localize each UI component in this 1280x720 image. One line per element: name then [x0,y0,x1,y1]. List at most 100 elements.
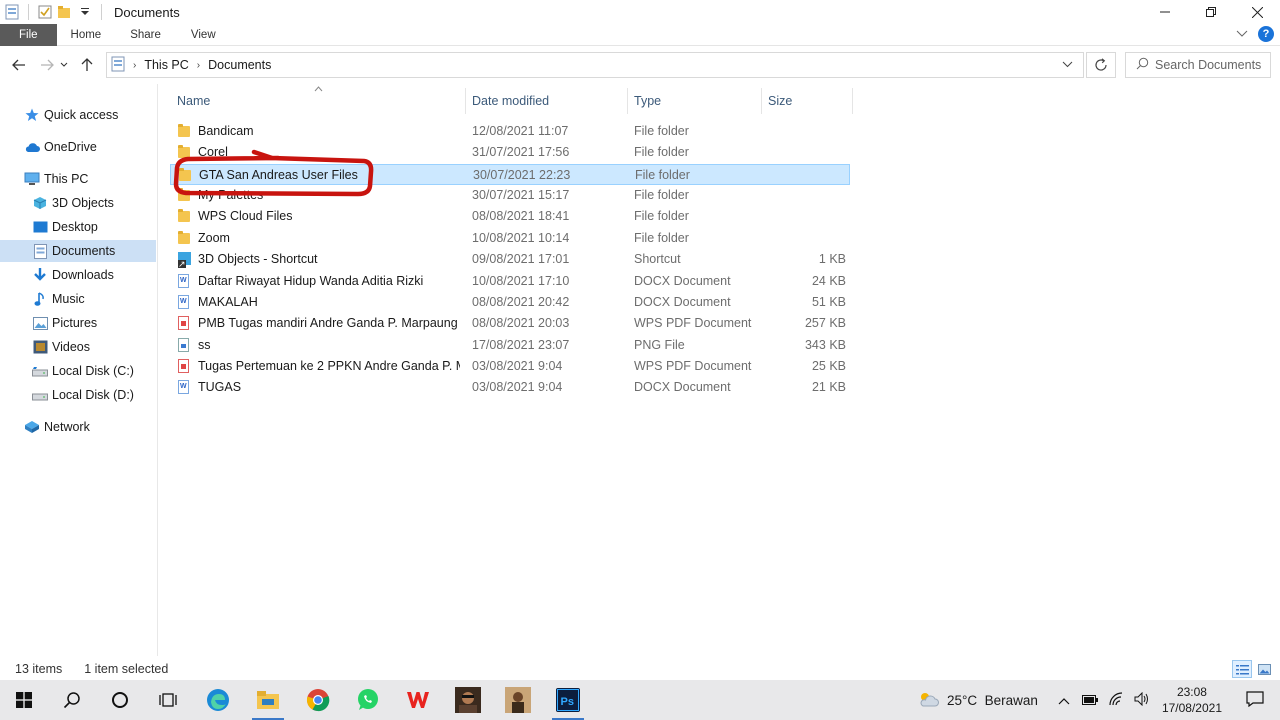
help-icon[interactable]: ? [1258,26,1274,42]
tab-home[interactable]: Home [57,24,116,46]
file-size: 257 KB [804,316,846,330]
game-icon-2[interactable] [494,680,542,720]
new-folder-icon[interactable] [55,2,75,22]
nav-item-documents[interactable]: Documents [0,240,156,262]
customize-toolbar-icon[interactable] [75,2,95,22]
notifications-icon[interactable] [1246,690,1264,710]
forward-arrow-icon[interactable] [36,53,58,77]
column-date-modified[interactable]: Date modified [466,88,628,114]
clock[interactable]: 23:08 17/08/2021 [1162,684,1222,716]
breadcrumb-documents[interactable]: Documents [208,58,271,72]
column-name[interactable]: Name [171,88,466,114]
wps-icon[interactable] [394,680,442,720]
file-date: 10/08/2021 17:10 [472,274,570,288]
file-type: File folder [634,124,689,138]
folder-icon [178,231,192,245]
tab-file[interactable]: File [0,23,57,46]
task-view-icon[interactable] [144,680,192,720]
file-row-tugas-pertemuan[interactable]: Tugas Pertemuan ke 2 PPKN Andre Ganda P.… [170,356,850,377]
minimize-button[interactable] [1142,0,1188,24]
file-type: PNG File [634,338,685,352]
close-button[interactable] [1234,0,1280,24]
file-row-pmb-tugas-mandiri[interactable]: PMB Tugas mandiri Andre Ganda P. Marpaun… [170,313,850,334]
file-type: DOCX Document [634,274,731,288]
window-title: Documents [114,4,180,20]
file-row-makalah[interactable]: MAKALAH 08/08/2021 20:42 DOCX Document 5… [170,292,850,313]
folder-icon [178,124,192,138]
breadcrumb-this-pc[interactable]: This PC [144,58,188,72]
refresh-button[interactable] [1086,52,1116,78]
star-icon [24,107,40,123]
search-box[interactable] [1125,52,1271,78]
file-row-ss[interactable]: ss 17/08/2021 23:07 PNG File 343 KB [170,335,850,356]
column-size[interactable]: Size [762,88,853,114]
weather-text[interactable]: 25°C Berawan [947,693,1038,708]
file-name: PMB Tugas mandiri Andre Ganda P. Marpaun… [198,316,458,330]
tab-share[interactable]: Share [115,24,176,46]
whatsapp-icon[interactable] [344,680,392,720]
file-name: Bandicam [198,124,254,138]
file-name: Zoom [198,231,230,245]
file-row-3d-objects-shortcut[interactable]: 3D Objects - Shortcut 09/08/2021 17:01 S… [170,249,850,270]
address-dropdown-icon[interactable] [1062,57,1073,71]
file-row-bandicam[interactable]: Bandicam 12/08/2021 11:07 File folder [170,121,850,142]
back-arrow-icon[interactable] [8,53,30,77]
nav-item-desktop[interactable]: Desktop [32,216,98,238]
search-icon[interactable] [48,680,96,720]
nav-item-local-disk-c[interactable]: Local Disk (C:) [32,360,134,382]
large-icons-view-icon[interactable] [1254,660,1274,678]
show-hidden-icons-icon[interactable] [1058,693,1070,708]
file-row-zoom[interactable]: Zoom 10/08/2021 10:14 File folder [170,228,850,249]
address-bar[interactable]: › This PC › Documents [106,52,1084,78]
nav-item-network[interactable]: Network [24,416,90,438]
wifi-icon[interactable] [1108,691,1124,709]
column-type[interactable]: Type [628,88,762,114]
file-explorer-icon[interactable] [244,680,292,720]
nav-item-videos[interactable]: Videos [32,336,90,358]
cortana-icon[interactable] [96,680,144,720]
docx-icon [178,274,192,288]
nav-item-label: OneDrive [44,140,97,154]
file-row-tugas[interactable]: TUGAS 03/08/2021 9:04 DOCX Document 21 K… [170,377,850,398]
separator [28,4,29,20]
battery-icon[interactable] [1081,693,1098,708]
nav-item-downloads[interactable]: Downloads [32,264,114,286]
start-icon[interactable] [0,680,48,720]
file-date: 30/07/2021 22:23 [473,168,571,182]
details-view-icon[interactable] [1232,660,1252,678]
nav-item-quick-access[interactable]: Quick access [24,104,118,126]
breadcrumb-chevron-icon[interactable]: › [197,60,200,71]
nav-item-label: Downloads [52,268,114,282]
properties-icon[interactable] [35,2,55,22]
expand-ribbon-icon[interactable] [1236,27,1248,41]
app-icon[interactable] [2,2,22,22]
nav-item-this-pc[interactable]: This PC [24,168,88,190]
chrome-icon[interactable] [294,680,342,720]
up-arrow-icon[interactable] [76,53,98,77]
tab-view[interactable]: View [176,24,231,46]
nav-item-label: Desktop [52,220,98,234]
nav-item-3d-objects[interactable]: 3D Objects [32,192,114,214]
column-headers: Name Date modified Type Size [160,86,860,114]
edge-icon[interactable] [194,680,242,720]
nav-item-onedrive[interactable]: OneDrive [24,136,97,158]
music-icon [32,291,48,307]
search-input[interactable] [1155,58,1265,72]
weather-icon[interactable] [917,691,939,710]
game-icon[interactable] [444,680,492,720]
file-row-wps-cloud-files[interactable]: WPS Cloud Files 08/08/2021 18:41 File fo… [170,206,850,227]
file-row-daftar-riwayat-hidup[interactable]: Daftar Riwayat Hidup Wanda Aditia Rizki … [170,271,850,292]
breadcrumb-chevron-icon[interactable]: › [133,60,136,71]
nav-item-music[interactable]: Music [32,288,85,310]
recent-locations-icon[interactable] [58,53,70,77]
restore-button[interactable] [1188,0,1234,24]
cube-icon [32,195,48,211]
nav-item-pictures[interactable]: Pictures [32,312,97,334]
file-type: File folder [634,145,689,159]
computer-icon [24,171,40,187]
volume-icon[interactable] [1134,691,1150,709]
file-name: 3D Objects - Shortcut [198,252,318,266]
photoshop-icon[interactable]: Ps [544,680,592,720]
nav-item-local-disk-d[interactable]: Local Disk (D:) [32,384,134,406]
file-type: Shortcut [634,252,681,266]
